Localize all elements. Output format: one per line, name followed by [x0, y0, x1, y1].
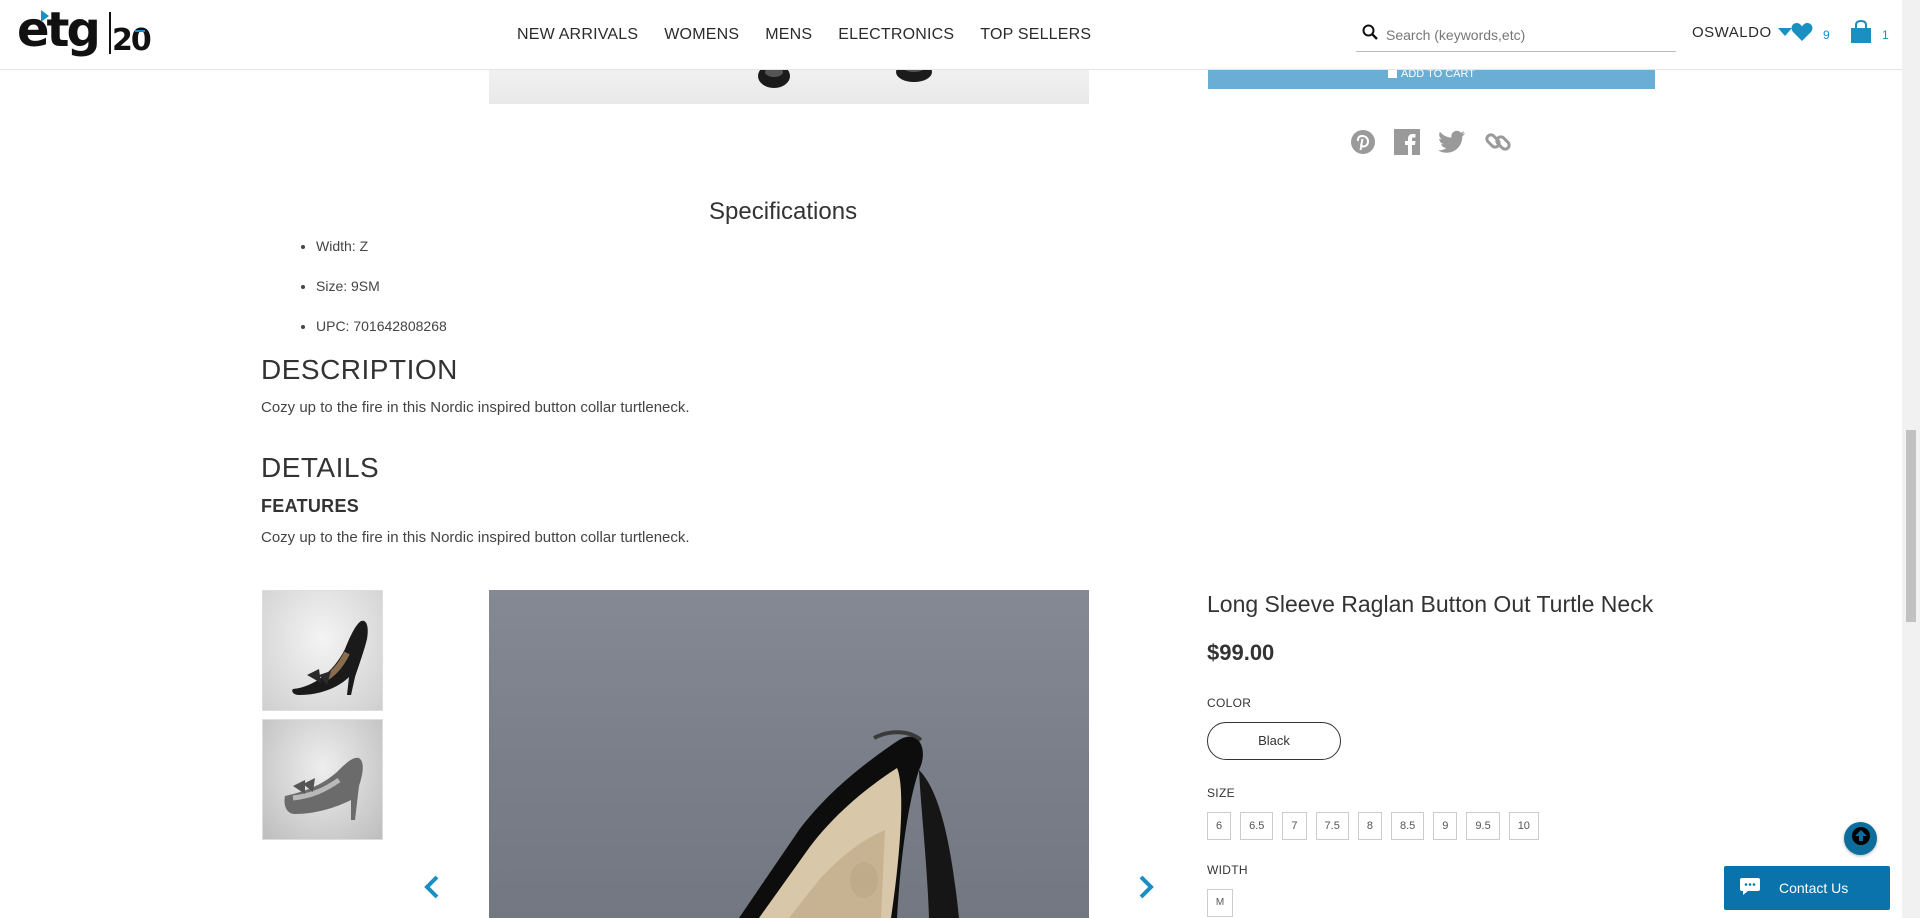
shopping-bag-icon: [1850, 19, 1872, 49]
nav-top-sellers[interactable]: TOP SELLERS: [980, 26, 1091, 44]
size-option[interactable]: 6.5: [1240, 812, 1274, 840]
arrow-up-icon: [1851, 826, 1871, 851]
cart-link[interactable]: 1: [1850, 19, 1889, 49]
details-heading: DETAILS: [261, 452, 380, 483]
user-menu[interactable]: OSWALDO: [1692, 24, 1792, 41]
size-label: SIZE: [1207, 786, 1235, 800]
color-option-black[interactable]: Black: [1207, 722, 1341, 760]
nav-electronics[interactable]: ELECTRONICS: [838, 26, 954, 44]
contact-us-button[interactable]: Contact Us: [1724, 866, 1890, 910]
features-text: Cozy up to the fire in this Nordic inspi…: [261, 529, 690, 546]
specifications-title: Specifications: [709, 198, 858, 225]
nav-new-arrivals[interactable]: NEW ARRIVALS: [517, 26, 638, 44]
features-heading: FEATURES: [261, 496, 360, 516]
size-option[interactable]: 9.5: [1466, 812, 1500, 840]
svg-text:20: 20: [112, 23, 151, 58]
product-price: $99.00: [1207, 640, 1275, 665]
product-thumbnail[interactable]: [262, 719, 383, 840]
nav-mens[interactable]: MENS: [765, 26, 812, 44]
specifications-list: Width: Z Size: 9SM UPC: 701642808268: [316, 236, 447, 356]
twitter-icon[interactable]: [1438, 130, 1466, 154]
social-share: [1350, 128, 1512, 156]
search-bar: [1356, 18, 1676, 52]
product-thumbnail[interactable]: [262, 590, 383, 711]
svg-text:etg: etg: [17, 4, 98, 58]
search-icon[interactable]: [1356, 24, 1386, 45]
color-label: COLOR: [1207, 696, 1252, 710]
spec-item: Width: Z: [316, 236, 447, 276]
main-nav: NEW ARRIVALS WOMENS MENS ELECTRONICS TOP…: [517, 0, 1091, 70]
search-input[interactable]: [1386, 26, 1656, 43]
size-option[interactable]: 6: [1207, 812, 1232, 840]
spec-item: Size: 9SM: [316, 276, 447, 316]
size-options: 6 6.5 7 7.5 8 8.5 9 9.5 10: [1207, 812, 1539, 840]
back-to-top-button[interactable]: [1844, 822, 1877, 855]
size-option[interactable]: 8.5: [1390, 812, 1425, 840]
scrollbar-thumb[interactable]: [1906, 430, 1916, 622]
product-main-image[interactable]: [489, 590, 1089, 918]
description-text: Cozy up to the fire in this Nordic inspi…: [261, 399, 690, 416]
site-header: etg 20 NEW ARRIVALS WOMENS MENS ELECTRON…: [0, 0, 1902, 70]
chevron-right-icon[interactable]: [1138, 875, 1154, 904]
size-option[interactable]: 7: [1282, 812, 1307, 840]
chat-icon: [1739, 877, 1761, 900]
nav-womens[interactable]: WOMENS: [664, 26, 739, 44]
facebook-icon[interactable]: [1394, 129, 1420, 155]
width-label: WIDTH: [1207, 863, 1248, 877]
width-option[interactable]: M: [1207, 889, 1233, 917]
site-logo[interactable]: etg 20: [17, 2, 157, 66]
chevron-left-icon[interactable]: [424, 875, 440, 904]
wishlist-link[interactable]: 9: [1791, 22, 1830, 47]
size-option[interactable]: 7.5: [1315, 812, 1349, 840]
wishlist-count: 9: [1823, 27, 1830, 42]
link-icon[interactable]: [1484, 128, 1512, 156]
size-option[interactable]: 10: [1508, 812, 1539, 840]
user-name: OSWALDO: [1692, 24, 1772, 41]
page-scrollbar[interactable]: [1902, 0, 1920, 918]
contact-us-label: Contact Us: [1779, 880, 1849, 896]
chevron-down-icon: [1777, 24, 1792, 41]
spec-item: UPC: 701642808268: [316, 316, 447, 356]
size-option[interactable]: 9: [1433, 812, 1458, 840]
heart-icon: [1791, 22, 1813, 47]
size-option[interactable]: 8: [1357, 812, 1382, 840]
pinterest-icon[interactable]: [1350, 129, 1376, 155]
description-heading: DESCRIPTION: [261, 354, 458, 385]
cart-count: 1: [1882, 27, 1889, 42]
product-title: Long Sleeve Raglan Button Out Turtle Nec…: [1207, 591, 1654, 617]
